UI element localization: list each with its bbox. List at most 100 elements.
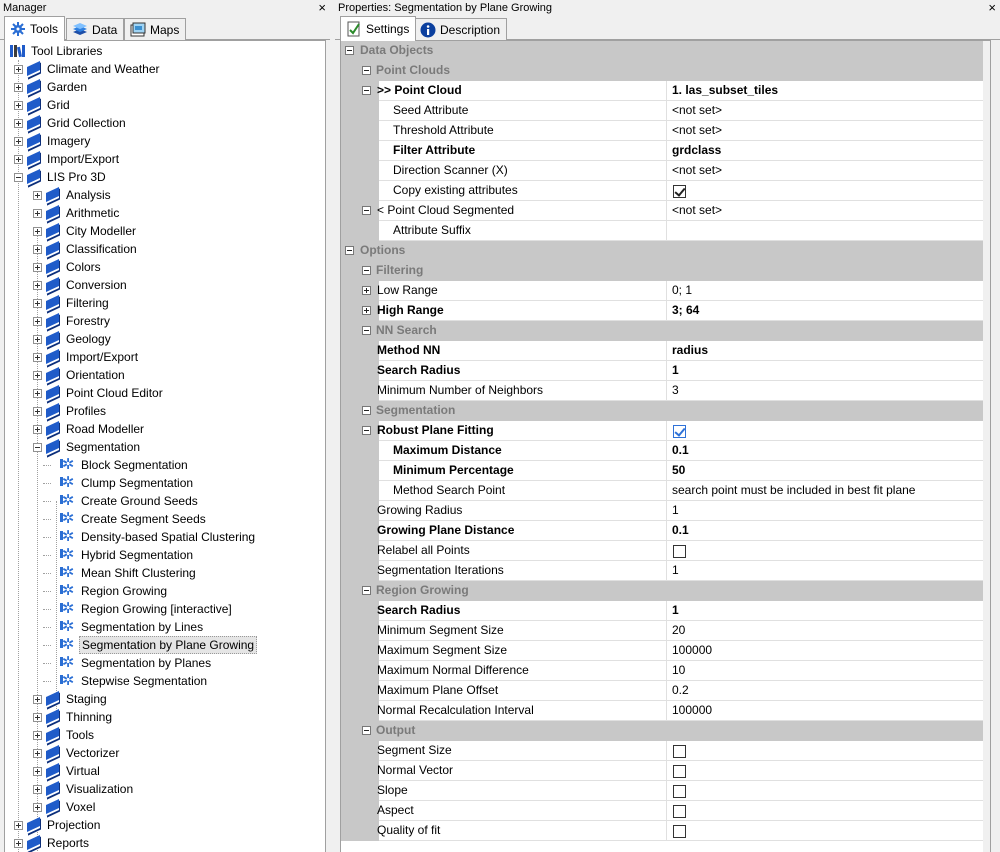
tree-library-item[interactable]: Filtering [5,294,325,312]
collapse-icon[interactable] [362,66,371,75]
property-category[interactable]: Output [341,721,990,741]
tree-library-item[interactable]: Analysis [5,186,325,204]
property-category[interactable]: Region Growing [341,581,990,601]
tab-data[interactable]: Data [66,18,125,40]
expand-icon[interactable] [33,785,42,794]
tree-tool-item[interactable]: ✲ Stepwise Segmentation [5,672,325,690]
tree-library-item[interactable]: Orientation [5,366,325,384]
property-value[interactable]: <not set> [666,161,990,181]
property-category[interactable]: Segmentation [341,401,990,421]
property-checkbox[interactable] [673,825,686,838]
expand-icon[interactable] [33,425,42,434]
tree-library-item[interactable]: Imagery [5,132,325,150]
tree-tool-item[interactable]: ✲ Block Segmentation [5,456,325,474]
property-row[interactable]: Normal Vector [341,761,990,781]
tab-settings[interactable]: Settings [340,16,417,41]
property-category[interactable]: Options [341,241,990,261]
property-value[interactable]: 1. las_subset_tiles [666,81,990,101]
property-row[interactable]: Method Search Point search point must be … [341,481,990,501]
collapse-icon[interactable] [362,206,371,215]
property-row[interactable]: Method NN radius [341,341,990,361]
expand-icon[interactable] [362,286,371,295]
tool-library-tree[interactable]: Tool Libraries Climate and Weather Garden… [4,40,326,852]
property-category[interactable]: Filtering [341,261,990,281]
tree-library-item[interactable]: Reports [5,834,325,852]
tree-library-item[interactable]: Tools [5,726,325,744]
property-value[interactable]: search point must be included in best fi… [666,481,990,501]
property-category[interactable]: NN Search [341,321,990,341]
property-grid-scrollbar[interactable] [983,41,990,852]
tree-tool-item[interactable]: ✲ Create Segment Seeds [5,510,325,528]
property-row[interactable]: Relabel all Points [341,541,990,561]
property-value[interactable]: 1 [666,601,990,621]
tree-library-item[interactable]: Vectorizer [5,744,325,762]
property-checkbox-cell[interactable] [666,741,990,761]
tab-tools[interactable]: Tools [4,16,66,41]
expand-icon[interactable] [14,821,23,830]
tree-library-item[interactable]: Visualization [5,780,325,798]
property-row[interactable]: Search Radius 1 [341,361,990,381]
expand-icon[interactable] [33,209,42,218]
property-row[interactable]: Maximum Plane Offset 0.2 [341,681,990,701]
property-value[interactable]: 0; 1 [666,281,990,301]
property-value[interactable]: 0.2 [666,681,990,701]
property-checkbox-cell[interactable] [666,781,990,801]
expand-icon[interactable] [33,803,42,812]
tree-library-item[interactable]: Segmentation [5,438,325,456]
property-row[interactable]: Seed Attribute <not set> [341,101,990,121]
tree-library-item[interactable]: Voxel [5,798,325,816]
expand-icon[interactable] [33,299,42,308]
expand-icon[interactable] [362,306,371,315]
tree-tool-item[interactable]: ✲ Segmentation by Plane Growing [5,636,325,654]
collapse-icon[interactable] [362,426,371,435]
expand-icon[interactable] [14,65,23,74]
property-checkbox-cell[interactable] [666,801,990,821]
property-row[interactable]: Maximum Distance 0.1 [341,441,990,461]
tree-library-item[interactable]: Thinning [5,708,325,726]
property-row[interactable]: Attribute Suffix [341,221,990,241]
tree-root[interactable]: Tool Libraries [5,42,325,60]
property-row[interactable]: Threshold Attribute <not set> [341,121,990,141]
property-row[interactable]: Quality of fit [341,821,990,841]
property-checkbox[interactable] [673,425,686,438]
property-value[interactable]: radius [666,341,990,361]
tree-library-item[interactable]: Conversion [5,276,325,294]
expand-icon[interactable] [33,731,42,740]
property-category[interactable]: Data Objects [341,41,990,61]
expand-icon[interactable] [33,749,42,758]
property-value[interactable]: 50 [666,461,990,481]
tree-tool-item[interactable]: ✲ Region Growing [5,582,325,600]
expand-icon[interactable] [14,155,23,164]
tree-tool-item[interactable]: ✲ Density-based Spatial Clustering [5,528,325,546]
property-value[interactable]: 20 [666,621,990,641]
collapse-icon[interactable] [362,86,371,95]
expand-icon[interactable] [33,389,42,398]
property-checkbox[interactable] [673,185,686,198]
tree-tool-item[interactable]: ✲ Create Ground Seeds [5,492,325,510]
expand-icon[interactable] [14,101,23,110]
tree-library-item[interactable]: Grid Collection [5,114,325,132]
property-row[interactable]: Aspect [341,801,990,821]
collapse-icon[interactable] [362,726,371,735]
collapse-icon[interactable] [362,586,371,595]
tree-tool-item[interactable]: ✲ Segmentation by Planes [5,654,325,672]
expand-icon[interactable] [33,281,42,290]
tree-tool-item[interactable]: ✲ Segmentation by Lines [5,618,325,636]
collapse-icon[interactable] [345,46,354,55]
tree-library-item[interactable]: Garden [5,78,325,96]
tree-tool-item[interactable]: ✲ Hybrid Segmentation [5,546,325,564]
expand-icon[interactable] [14,83,23,92]
property-checkbox-cell[interactable] [666,541,990,561]
property-value[interactable]: 0.1 [666,521,990,541]
collapse-icon[interactable] [345,246,354,255]
property-category[interactable]: Point Clouds [341,61,990,81]
property-checkbox[interactable] [673,785,686,798]
property-value[interactable]: 100000 [666,701,990,721]
tree-library-item[interactable]: Staging [5,690,325,708]
tree-library-item[interactable]: Forestry [5,312,325,330]
tree-library-item[interactable]: Point Cloud Editor [5,384,325,402]
expand-icon[interactable] [33,767,42,776]
property-value[interactable]: grdclass [666,141,990,161]
property-value[interactable]: 3; 64 [666,301,990,321]
expand-icon[interactable] [33,335,42,344]
